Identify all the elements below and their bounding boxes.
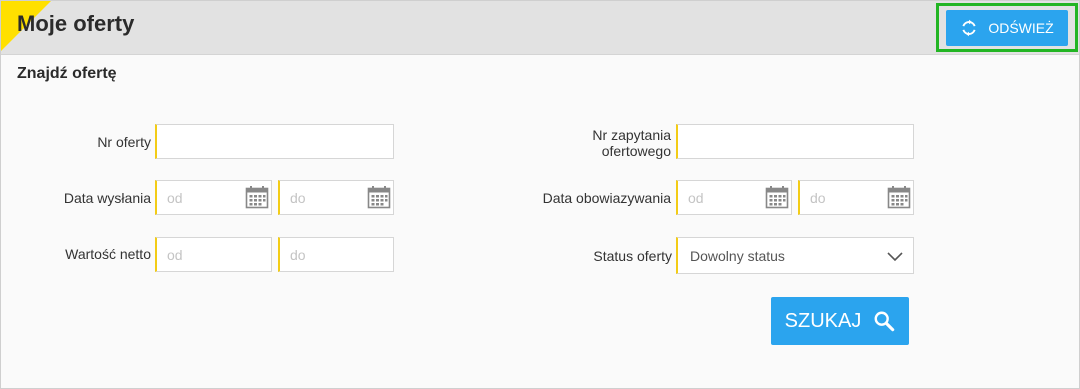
net-value-to-input[interactable]	[278, 237, 394, 272]
offer-number-label: Nr oferty	[97, 134, 151, 150]
search-label: SZUKAJ	[784, 309, 862, 332]
sent-date-from	[155, 180, 272, 215]
status-label: Status oferty	[593, 248, 672, 264]
validity-date-to	[798, 180, 914, 215]
sent-date-to	[278, 180, 394, 215]
status-select[interactable]: Dowolny status	[676, 237, 914, 274]
status-selected-value: Dowolny status	[690, 247, 785, 264]
validity-date-label: Data obowiazywania	[542, 190, 671, 206]
search-section-title: Znajdź ofertę	[17, 65, 117, 82]
calendar-icon[interactable]	[245, 185, 269, 209]
calendar-icon[interactable]	[887, 185, 911, 209]
chevron-down-icon	[887, 252, 903, 262]
inquiry-number-label: Nr zapytania ofertowego	[560, 127, 671, 159]
sent-date-label: Data wysłania	[63, 190, 151, 206]
page-header: Moje oferty	[1, 1, 1079, 55]
inquiry-number-label-line1: Nr zapytania	[592, 127, 671, 143]
validity-date-from	[676, 180, 792, 215]
refresh-label: ODŚWIEŻ	[988, 20, 1054, 36]
net-value-from-input[interactable]	[155, 237, 272, 272]
inquiry-number-label-line2: ofertowego	[601, 143, 671, 159]
calendar-icon[interactable]	[765, 185, 789, 209]
inquiry-number-input[interactable]	[676, 124, 914, 159]
calendar-icon[interactable]	[367, 185, 391, 209]
page-title: Moje oferty	[17, 11, 135, 36]
search-button[interactable]: SZUKAJ	[771, 297, 909, 345]
search-icon	[874, 311, 895, 332]
refresh-button[interactable]: ODŚWIEŻ	[946, 10, 1068, 46]
offer-number-input[interactable]	[155, 124, 394, 159]
net-value-label: Wartość netto	[65, 246, 151, 262]
refresh-icon	[962, 19, 976, 37]
